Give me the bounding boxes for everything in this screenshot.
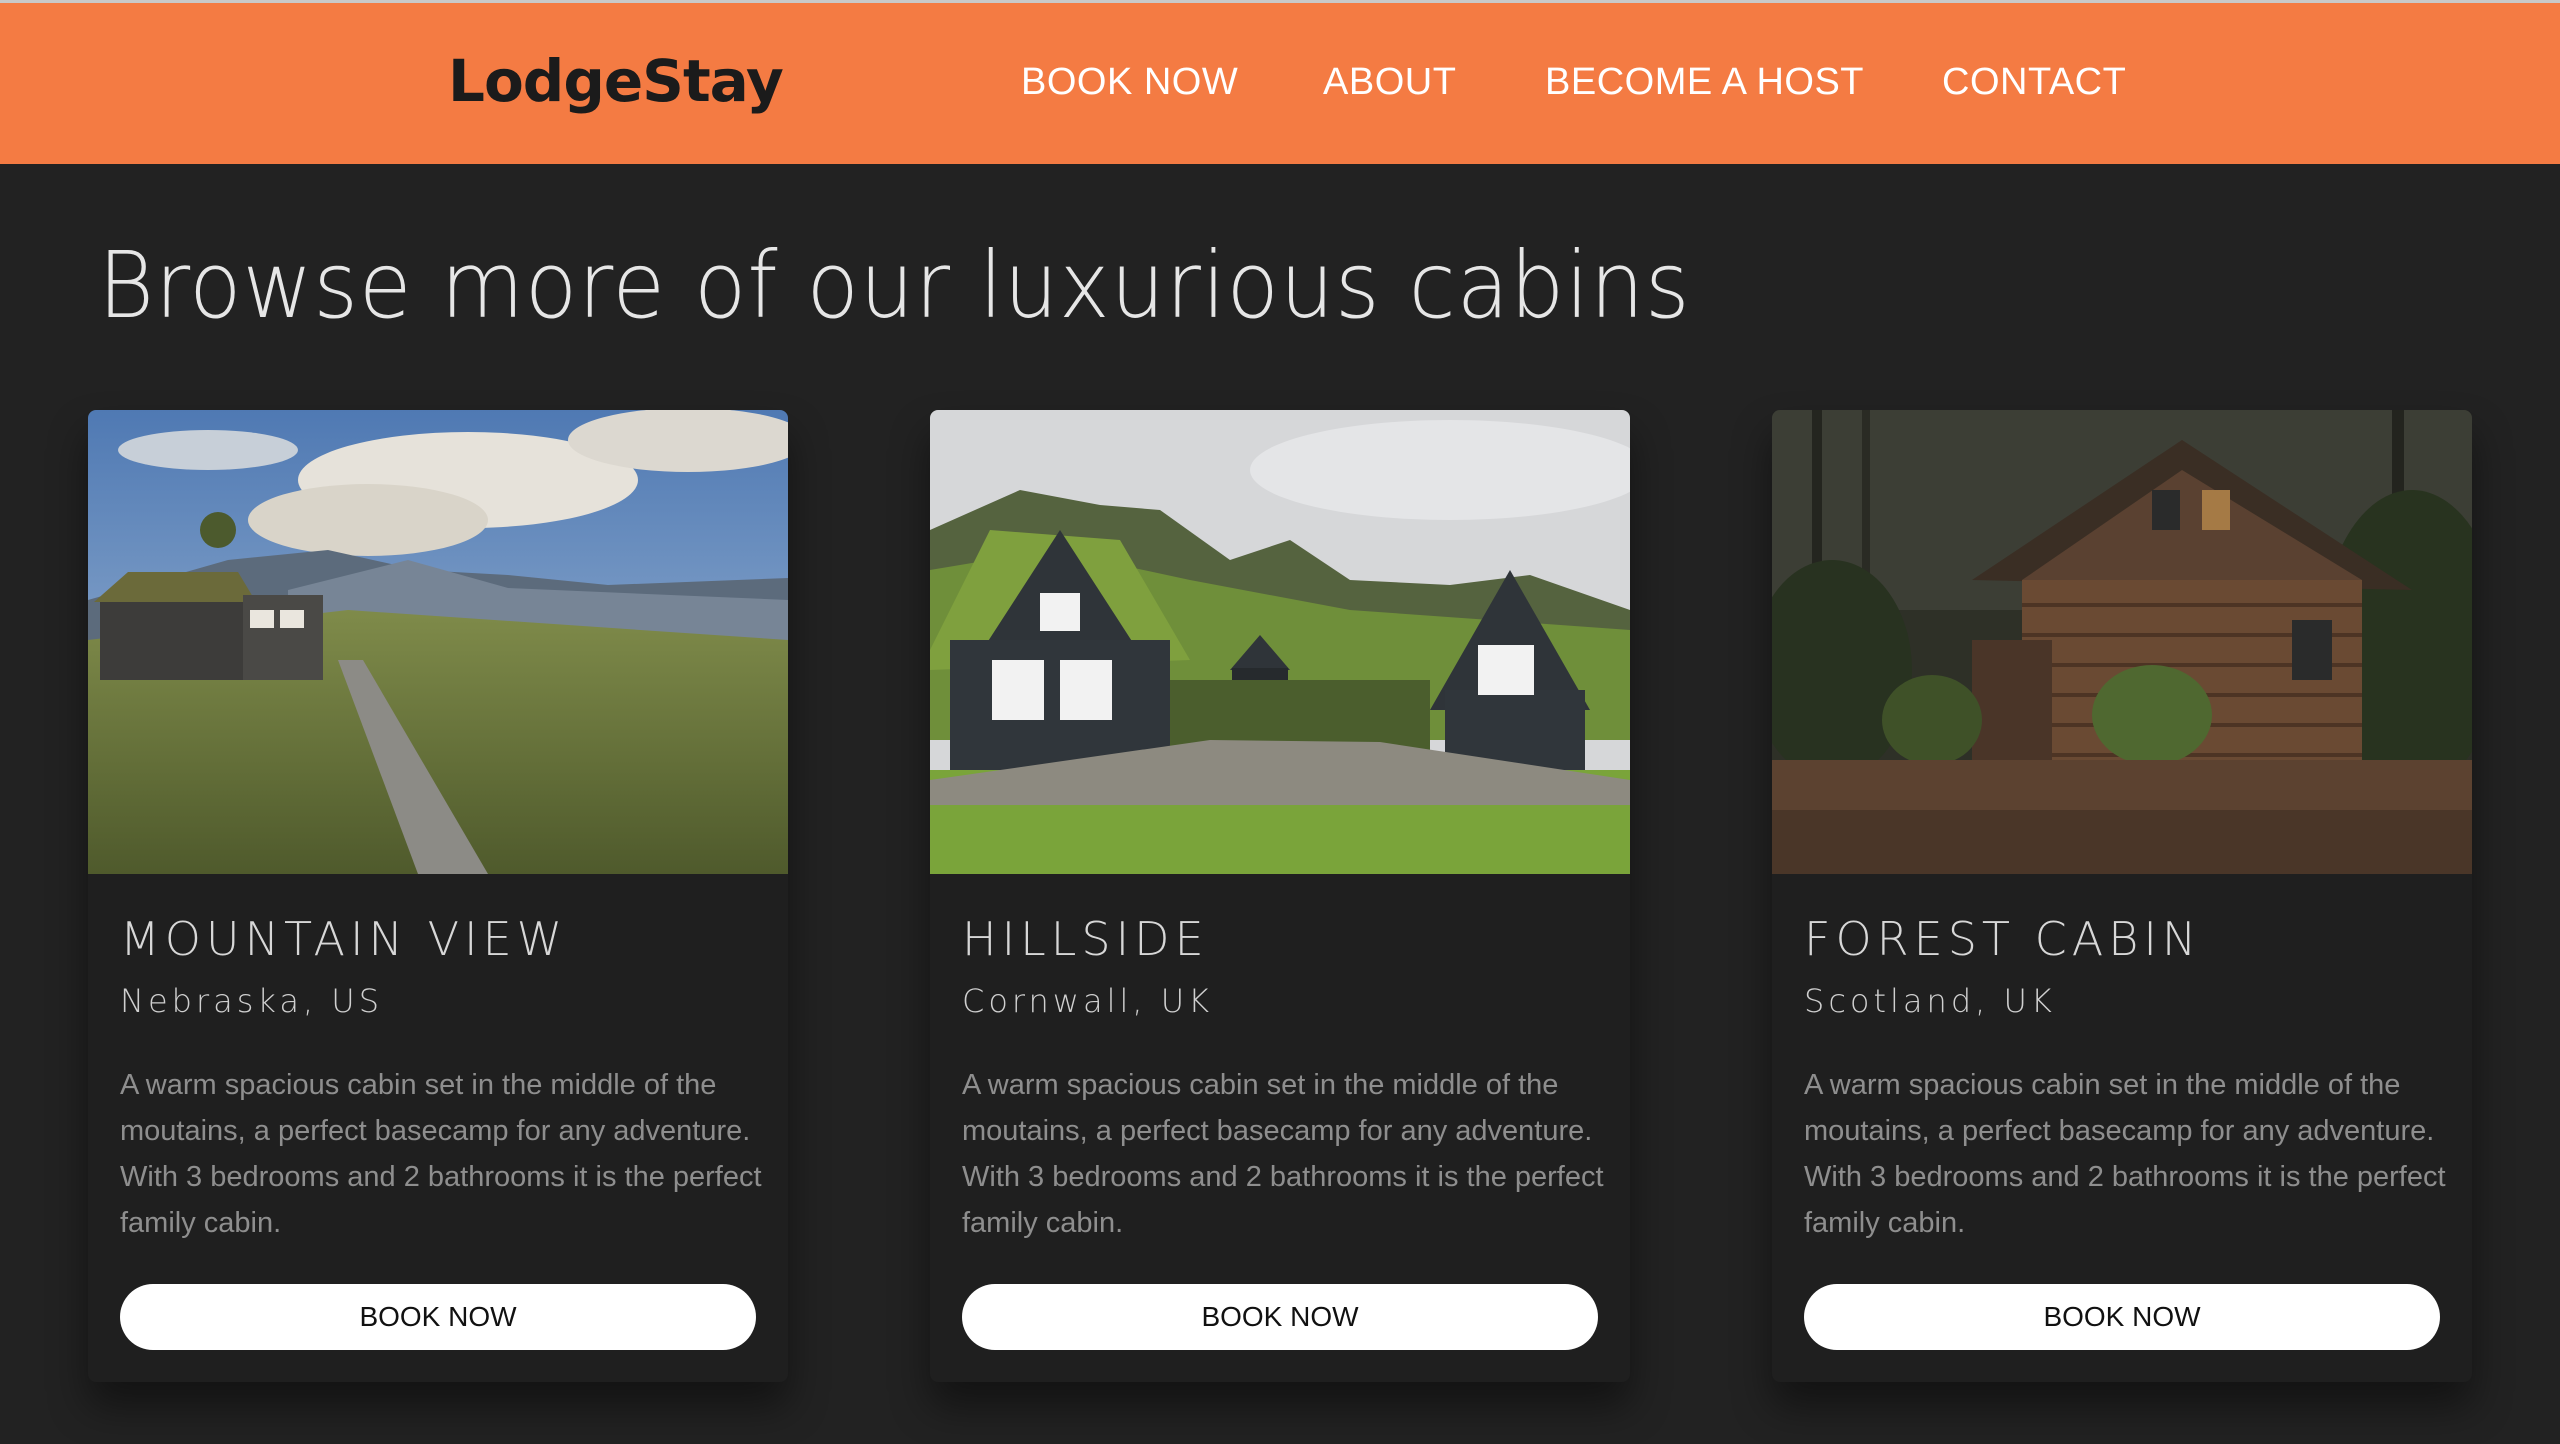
book-now-button[interactable]: BOOK NOW xyxy=(962,1284,1598,1350)
cabin-card-hillside: HILLSIDE Cornwall, UK A warm spacious ca… xyxy=(930,410,1630,1382)
nav-about[interactable]: ABOUT xyxy=(1323,61,1456,104)
page-title: Browse more of our luxurious cabins xyxy=(98,232,1691,339)
cabin-card-mountain-view: MOUNTAIN VIEW Nebraska, US A warm spacio… xyxy=(88,410,788,1382)
cabin-description: A warm spacious cabin set in the middle … xyxy=(120,1069,762,1239)
cabin-description: A warm spacious cabin set in the middle … xyxy=(962,1069,1604,1239)
nav-book-now[interactable]: BOOK NOW xyxy=(1021,61,1238,104)
cabin-location: Scotland, UK xyxy=(1804,982,2056,1020)
cabin-location: Nebraska, US xyxy=(120,982,384,1020)
cabin-photo-forest-cabin xyxy=(1772,410,2472,874)
cabin-photo-hillside xyxy=(930,410,1630,874)
logo[interactable]: LodgeStay xyxy=(448,47,784,115)
cabin-title: MOUNTAIN VIEW xyxy=(120,912,568,966)
cabin-description: A warm spacious cabin set in the middle … xyxy=(1804,1069,2446,1239)
cabin-title: HILLSIDE xyxy=(962,912,1209,966)
nav-become-a-host[interactable]: BECOME A HOST xyxy=(1545,61,1864,104)
cabin-card-forest-cabin: FOREST CABIN Scotland, UK A warm spaciou… xyxy=(1772,410,2472,1382)
top-navigation-bar: LodgeStay BOOK NOW ABOUT BECOME A HOST C… xyxy=(0,0,2560,164)
nav-contact[interactable]: CONTACT xyxy=(1942,61,2126,104)
book-now-button[interactable]: BOOK NOW xyxy=(120,1284,756,1350)
cabin-photo-mountain-view xyxy=(88,410,788,874)
book-now-button[interactable]: BOOK NOW xyxy=(1804,1284,2440,1350)
cabin-title: FOREST CABIN xyxy=(1804,912,2202,966)
cabin-location: Cornwall, UK xyxy=(962,982,1214,1020)
